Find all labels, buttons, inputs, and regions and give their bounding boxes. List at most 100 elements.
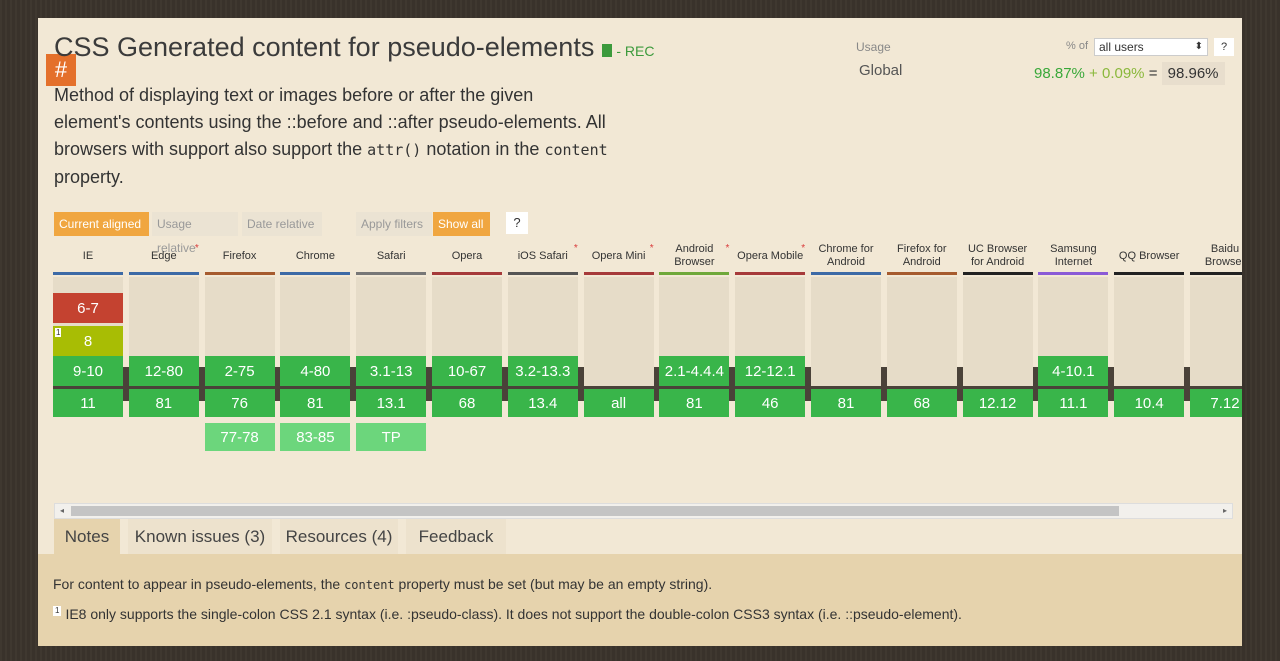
empty-region (583, 277, 654, 386)
tab-notes[interactable]: Notes (54, 519, 120, 554)
version-cell[interactable]: 3.1-13 (356, 356, 427, 386)
usage-plus: + (1089, 65, 1098, 82)
browser-color-bar (1038, 272, 1109, 275)
browser-column-baidu-browser: Baidu Browser 7.12 (1190, 240, 1242, 440)
browser-column-android-browser: Android Browser * 2.1-4.4.4 81 (659, 240, 730, 440)
current-version-cell[interactable]: all (583, 389, 654, 417)
current-version-cell[interactable]: 12.12 (962, 389, 1033, 417)
browser-header: Firefox for Android (887, 240, 957, 272)
note-code: content (344, 578, 395, 592)
future-version-cell[interactable]: 83-85 (280, 423, 351, 451)
version-cell[interactable]: 4-10.1 (1038, 356, 1109, 386)
current-version-cell[interactable]: 68 (886, 389, 957, 417)
show-all-button[interactable]: Show all (433, 212, 490, 236)
empty-region (962, 277, 1033, 386)
current-version-cell[interactable]: 11.1 (1038, 389, 1109, 417)
note-line: 1 IE8 only supports the single-colon CSS … (53, 606, 962, 622)
feature-description: Method of displaying text or images befo… (54, 82, 614, 191)
browser-header: Firefox (205, 240, 275, 272)
current-version-cell[interactable]: 81 (659, 389, 730, 417)
current-version-cell[interactable]: 11 (53, 389, 123, 417)
browser-name: Chrome for Android (818, 243, 874, 268)
current-version-cell[interactable]: 10.4 (1114, 389, 1185, 417)
usage-label: Usage (856, 40, 891, 54)
usage-help-button[interactable]: ? (1214, 38, 1234, 56)
version-cell[interactable]: 2.1-4.4.4 (659, 356, 730, 386)
description-code: attr() (367, 141, 422, 159)
usage-equals: = (1148, 65, 1158, 82)
browser-column-qq-browser: QQ Browser 10.4 (1114, 240, 1185, 440)
empty-region (1190, 277, 1242, 386)
asterisk-icon: * (649, 243, 654, 254)
browser-name: QQ Browser (1118, 249, 1180, 262)
tab-feedback[interactable]: Feedback (406, 519, 506, 554)
usage-relative-button[interactable]: Usage relative (152, 212, 238, 255)
note-text: IE8 only supports the single-colon CSS 2… (65, 606, 962, 622)
asterisk-icon: * (725, 243, 730, 254)
browser-name: Opera Mini (591, 249, 646, 262)
browser-column-opera-mini: Opera Mini * all (583, 240, 654, 440)
tab-resources-4[interactable]: Resources (4) (280, 519, 398, 554)
browser-header: Opera Mini * (584, 240, 654, 272)
current-version-cell[interactable]: 76 (204, 389, 275, 417)
current-version-cell[interactable]: 81 (280, 389, 351, 417)
current-version-cell[interactable]: 13.4 (507, 389, 578, 417)
version-cell[interactable]: 9-10 (53, 356, 123, 386)
current-version-cell[interactable]: 81 (128, 389, 199, 417)
browser-name: Safari (376, 249, 406, 262)
version-cell[interactable]: 4-80 (280, 356, 351, 386)
current-version-cell[interactable]: 81 (811, 389, 881, 417)
browser-column-ie: IE 6-7 8 1 9-10 11 (53, 240, 123, 440)
filters-help-button[interactable]: ? (506, 212, 528, 234)
select-arrows-icon: ⬍ (1194, 41, 1203, 52)
users-select[interactable]: all users ⬍ (1094, 38, 1208, 56)
browser-column-samsung-internet: Samsung Internet 4-10.1 11.1 (1038, 240, 1109, 440)
date-relative-button[interactable]: Date relative (242, 212, 322, 236)
spec-status[interactable]: - REC (616, 43, 654, 59)
document-icon[interactable] (602, 44, 613, 57)
region-label: Global (859, 62, 903, 79)
version-cell[interactable]: 12-12.1 (735, 356, 806, 386)
browser-name: Opera (451, 249, 483, 262)
browser-column-uc-browser-for-android: UC Browser for Android 12.12 (962, 240, 1033, 440)
note-number: 1 (53, 606, 62, 616)
browser-header: Opera Mobile * (735, 240, 805, 272)
browser-header: Safari (356, 240, 426, 272)
browser-column-firefox: Firefox 2-75 76 77-78 (204, 240, 275, 451)
version-cell[interactable]: 10-67 (432, 356, 502, 386)
version-cell[interactable]: 12-80 (128, 356, 199, 386)
current-version-cell[interactable]: 13.1 (356, 389, 427, 417)
version-cell[interactable]: 81 (53, 326, 123, 356)
browser-header: Chrome (280, 240, 350, 272)
browser-header: Baidu Browser (1190, 240, 1242, 272)
browser-color-bar (53, 272, 123, 275)
version-cell[interactable]: 6-7 (53, 293, 123, 323)
apply-filters-button[interactable]: Apply filters (356, 212, 432, 236)
tab-known-issues-3[interactable]: Known issues (3) (128, 519, 272, 554)
current-version-cell[interactable]: 7.12 (1190, 389, 1242, 417)
browser-name: Baidu Browser (1204, 243, 1242, 268)
browser-header: Opera (432, 240, 502, 272)
scroll-thumb[interactable] (71, 506, 1119, 516)
browser-header: QQ Browser (1114, 240, 1184, 272)
future-version-cell[interactable]: TP (356, 423, 427, 451)
empty-region (1114, 277, 1185, 386)
browser-color-bar (507, 272, 578, 275)
browser-color-bar (1114, 272, 1185, 275)
version-cell[interactable]: 2-75 (204, 356, 275, 386)
browser-name: iOS Safari (517, 249, 568, 262)
usage-full: 98.87% (1034, 65, 1085, 82)
future-version-cell[interactable]: 77-78 (204, 423, 275, 451)
browser-name: Chrome (295, 249, 335, 262)
browser-column-chrome-for-android: Chrome for Android 81 (811, 240, 881, 440)
current-aligned-button[interactable]: Current aligned (54, 212, 149, 236)
browser-color-bar (962, 272, 1033, 275)
current-version-cell[interactable]: 68 (432, 389, 502, 417)
asterisk-icon: * (801, 243, 806, 254)
current-version-cell[interactable]: 46 (735, 389, 806, 417)
usage-numbers: 98.87% + 0.09% = 98.96% (1034, 62, 1225, 85)
browser-color-bar (432, 272, 502, 275)
tab-bar: Notes Known issues (3) Resources (4) Feedba… (38, 516, 1242, 554)
version-cell[interactable]: 3.2-13.3 (507, 356, 578, 386)
browser-column-opera-mobile: Opera Mobile * 12-12.1 46 (735, 240, 806, 440)
